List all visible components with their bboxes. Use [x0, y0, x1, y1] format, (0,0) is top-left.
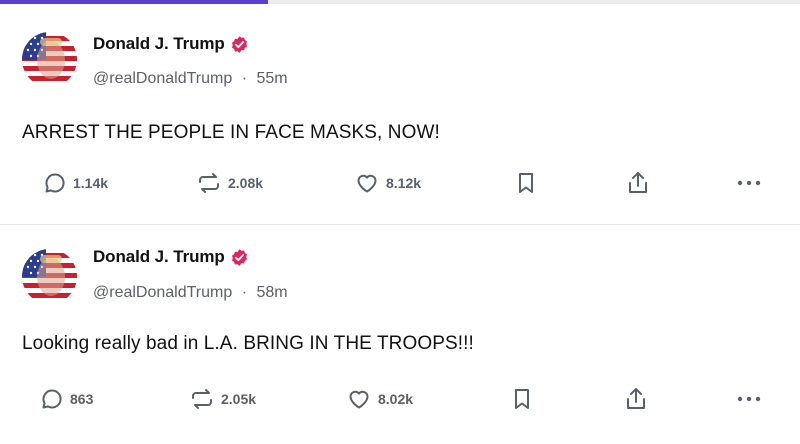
bookmark-button[interactable] — [512, 384, 532, 414]
handle[interactable]: @realDonaldTrump — [93, 284, 232, 301]
post-text: Looking really bad in L.A. BRING IN THE … — [22, 333, 474, 354]
more-options-button[interactable] — [736, 384, 762, 414]
handle[interactable]: @realDonaldTrump — [93, 70, 232, 87]
repost-button[interactable]: 2.05k — [189, 384, 256, 414]
separator: · — [241, 284, 248, 301]
like-button[interactable]: 8.12k — [354, 168, 421, 198]
post-card[interactable]: Donald J. Trump @realDonaldTrump · 55m A… — [0, 4, 800, 224]
avatar[interactable] — [22, 32, 77, 87]
more-options-button[interactable] — [736, 168, 762, 198]
bookmark-icon — [512, 387, 532, 411]
more-dots-icon — [736, 179, 762, 187]
timestamp[interactable]: 55m — [257, 70, 288, 87]
like-count: 8.02k — [378, 391, 414, 407]
verified-badge-icon — [230, 35, 249, 54]
heart-icon — [346, 387, 372, 411]
bookmark-button[interactable] — [516, 168, 536, 198]
post-actions: 1.14k 2.08k 8.12k — [0, 168, 800, 198]
repost-count: 2.05k — [221, 391, 257, 407]
timestamp[interactable]: 58m — [257, 284, 288, 301]
share-upload-icon — [626, 170, 650, 196]
repost-arrows-icon — [196, 171, 222, 195]
repost-button[interactable]: 2.08k — [196, 168, 263, 198]
author-name-row: Donald J. Trump — [93, 34, 249, 54]
comment-bubble-icon — [43, 171, 67, 195]
handle-row: @realDonaldTrump · 55m — [93, 70, 288, 88]
reply-button[interactable]: 1.14k — [43, 168, 108, 198]
reply-count: 863 — [70, 391, 94, 407]
handle-row: @realDonaldTrump · 58m — [93, 284, 288, 302]
more-dots-icon — [736, 395, 762, 403]
reply-count: 1.14k — [73, 175, 109, 191]
heart-icon — [354, 171, 380, 195]
post-text: ARREST THE PEOPLE IN FACE MASKS, NOW! — [22, 122, 440, 143]
avatar[interactable] — [22, 249, 77, 304]
share-upload-icon — [624, 386, 648, 412]
share-button[interactable] — [624, 384, 648, 414]
comment-bubble-icon — [40, 387, 64, 411]
like-count: 8.12k — [386, 175, 422, 191]
bookmark-icon — [516, 171, 536, 195]
post-actions: 863 2.05k 8.02k — [0, 384, 800, 414]
like-button[interactable]: 8.02k — [346, 384, 413, 414]
display-name[interactable]: Donald J. Trump — [93, 247, 225, 267]
post-divider — [0, 224, 800, 225]
repost-count: 2.08k — [228, 175, 264, 191]
author-name-row: Donald J. Trump — [93, 247, 249, 267]
separator: · — [241, 70, 248, 87]
share-button[interactable] — [626, 168, 650, 198]
display-name[interactable]: Donald J. Trump — [93, 34, 225, 54]
verified-badge-icon — [230, 248, 249, 267]
reply-button[interactable]: 863 — [40, 384, 93, 414]
repost-arrows-icon — [189, 387, 215, 411]
